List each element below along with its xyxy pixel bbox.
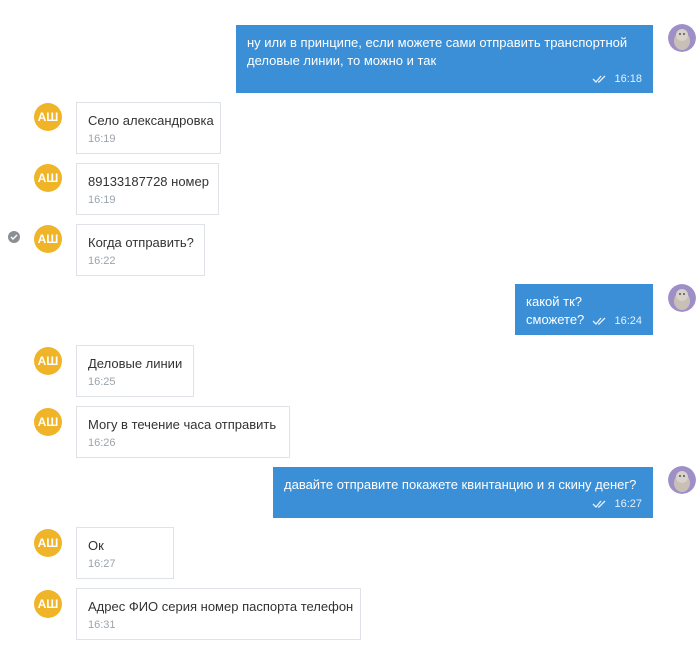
message-incoming[interactable]: Когда отправить? 16:22: [76, 224, 205, 276]
message-text: ну или в принципе, если можете сами отпр…: [247, 35, 628, 68]
message-time: 16:19: [88, 194, 116, 206]
message-incoming[interactable]: Ок 16:27: [76, 527, 174, 579]
selected-check-icon[interactable]: [8, 231, 20, 243]
double-check-icon: [593, 500, 606, 508]
double-check-icon: [593, 317, 606, 325]
message-time: 16:25: [88, 376, 116, 388]
message-time: 16:27: [88, 558, 116, 570]
message-text: Село александровка: [88, 113, 214, 128]
message-text: Деловые линии: [88, 356, 183, 371]
message-time: 16:22: [88, 255, 116, 267]
message-outgoing[interactable]: ну или в принципе, если можете сами отпр…: [236, 25, 653, 93]
message-time: 16:24: [614, 315, 642, 327]
contact-avatar[interactable]: АШ: [34, 590, 62, 618]
message-text: давайте отправите покажете квинтанцию и …: [284, 477, 637, 492]
message-text: Могу в течение часа отправить: [88, 417, 277, 432]
message-time: 16:27: [614, 498, 642, 510]
message-text: 89133187728 номер: [88, 174, 209, 189]
message-incoming[interactable]: Адрес ФИО серия номер паспорта телефон 1…: [76, 588, 361, 640]
message-outgoing[interactable]: давайте отправите покажете квинтанцию и …: [273, 467, 653, 518]
contact-avatar[interactable]: АШ: [34, 529, 62, 557]
message-incoming[interactable]: Деловые линии 16:25: [76, 345, 194, 397]
message-time: 16:26: [88, 437, 116, 449]
message-time: 16:31: [88, 619, 116, 631]
contact-avatar[interactable]: АШ: [34, 347, 62, 375]
contact-avatar[interactable]: АШ: [34, 103, 62, 131]
message-text: Когда отправить?: [88, 235, 194, 250]
message-outgoing[interactable]: какой тк? сможете? 16:24: [515, 284, 653, 335]
contact-avatar[interactable]: АШ: [34, 225, 62, 253]
my-avatar[interactable]: [668, 284, 696, 312]
my-avatar[interactable]: [668, 24, 696, 52]
my-avatar[interactable]: [668, 466, 696, 494]
double-check-icon: [593, 75, 606, 83]
message-incoming[interactable]: 89133187728 номер 16:19: [76, 163, 219, 215]
contact-avatar[interactable]: АШ: [34, 164, 62, 192]
message-text: Ок: [88, 538, 104, 553]
contact-avatar[interactable]: АШ: [34, 408, 62, 436]
message-time: 16:19: [88, 133, 116, 145]
message-incoming[interactable]: Могу в течение часа отправить 16:26: [76, 406, 290, 458]
message-time: 16:18: [614, 73, 642, 85]
message-incoming[interactable]: Село александровка 16:19: [76, 102, 221, 154]
message-text: Адрес ФИО серия номер паспорта телефон: [88, 599, 354, 614]
